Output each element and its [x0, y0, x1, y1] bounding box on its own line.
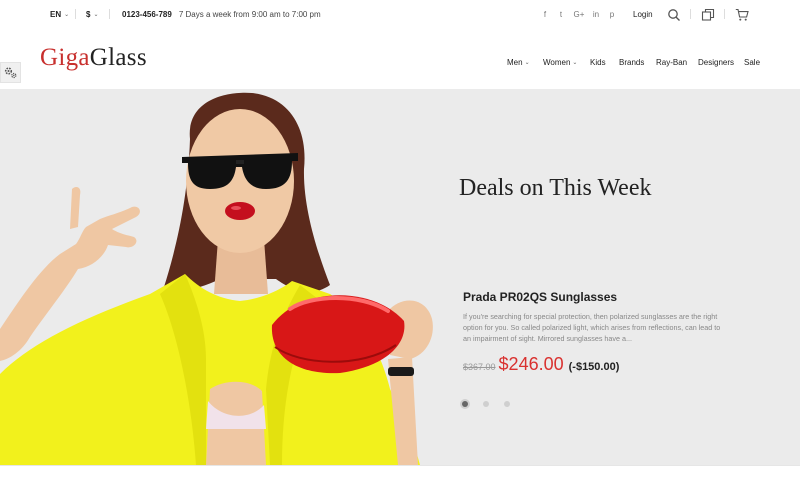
- price-row: $367.00 $246.00 (-$150.00): [463, 354, 619, 375]
- content-area: [0, 465, 800, 500]
- nav-item-label: Sale: [744, 58, 761, 67]
- hero-title: Deals on This Week: [459, 175, 652, 201]
- contact-info: 0123-456-789 7 Days a week from 9:00 am …: [122, 10, 321, 19]
- language-label: EN: [50, 10, 62, 19]
- nav-item-ray-ban[interactable]: Ray-Ban: [656, 58, 687, 67]
- top-bar: EN ⌄ $ ⌄ 0123-456-789 7 Days a week from…: [0, 0, 800, 30]
- chevron-down-icon: ⌄: [93, 12, 99, 18]
- discount-amount: (-$150.00): [568, 361, 620, 373]
- chevron-down-icon: ⌄: [64, 12, 70, 18]
- settings-button[interactable]: [0, 62, 21, 83]
- gear-icon: [4, 67, 17, 79]
- currency-selector[interactable]: $ ⌄: [86, 10, 98, 19]
- login-link[interactable]: Login: [633, 10, 653, 19]
- slider-dot-2[interactable]: [483, 401, 489, 407]
- logo-part-giga: Giga: [40, 44, 90, 71]
- nav-item-label: Men: [507, 58, 523, 67]
- nav-item-women[interactable]: Women ⌄: [543, 58, 577, 67]
- site-logo[interactable]: GigaGlass: [40, 44, 147, 72]
- facebook-icon[interactable]: f: [539, 10, 551, 19]
- compare-icon[interactable]: [701, 8, 715, 22]
- divider: [690, 9, 691, 19]
- nav-item-label: Kids: [590, 58, 606, 67]
- divider: [109, 9, 110, 19]
- linkedin-icon[interactable]: in: [590, 10, 602, 19]
- divider: [75, 9, 76, 19]
- cart-icon[interactable]: [735, 8, 749, 22]
- old-price: $367.00: [463, 362, 496, 372]
- product-description: If you're searching for special protecti…: [463, 312, 721, 343]
- nav-item-brands[interactable]: Brands: [619, 58, 644, 67]
- language-selector[interactable]: EN ⌄: [50, 10, 69, 19]
- slider-dot-1[interactable]: [462, 401, 468, 407]
- page: EN ⌄ $ ⌄ 0123-456-789 7 Days a week from…: [0, 0, 800, 500]
- phone-number: 0123-456-789: [122, 10, 172, 19]
- twitter-icon[interactable]: t: [555, 10, 567, 19]
- nav-item-label: Women: [543, 58, 571, 67]
- opening-hours: 7 Days a week from 9:00 am to 7:00 pm: [178, 10, 321, 19]
- pinterest-icon[interactable]: p: [606, 10, 618, 19]
- hero-slider: Deals on This Week Prada PR02QS Sunglass…: [0, 89, 800, 465]
- nav-item-designers[interactable]: Designers: [698, 58, 734, 67]
- currency-label: $: [86, 10, 91, 19]
- divider: [724, 9, 725, 19]
- product-title[interactable]: Prada PR02QS Sunglasses: [463, 290, 617, 304]
- new-price: $246.00: [498, 354, 564, 374]
- google-plus-icon[interactable]: G+: [573, 10, 585, 19]
- nav-item-sale[interactable]: Sale: [744, 58, 760, 67]
- logo-part-glass: Glass: [89, 44, 147, 71]
- nav-item-label: Ray-Ban: [656, 58, 688, 67]
- nav-item-label: Brands: [619, 58, 645, 67]
- chevron-down-icon: ⌄: [524, 60, 530, 66]
- search-icon[interactable]: [667, 8, 681, 22]
- hero-model-image: [0, 92, 433, 465]
- nav-item-kids[interactable]: Kids: [590, 58, 606, 67]
- nav-item-men[interactable]: Men ⌄: [507, 58, 530, 67]
- nav-item-label: Designers: [698, 58, 735, 67]
- chevron-down-icon: ⌄: [572, 60, 578, 66]
- slider-dot-3[interactable]: [504, 401, 510, 407]
